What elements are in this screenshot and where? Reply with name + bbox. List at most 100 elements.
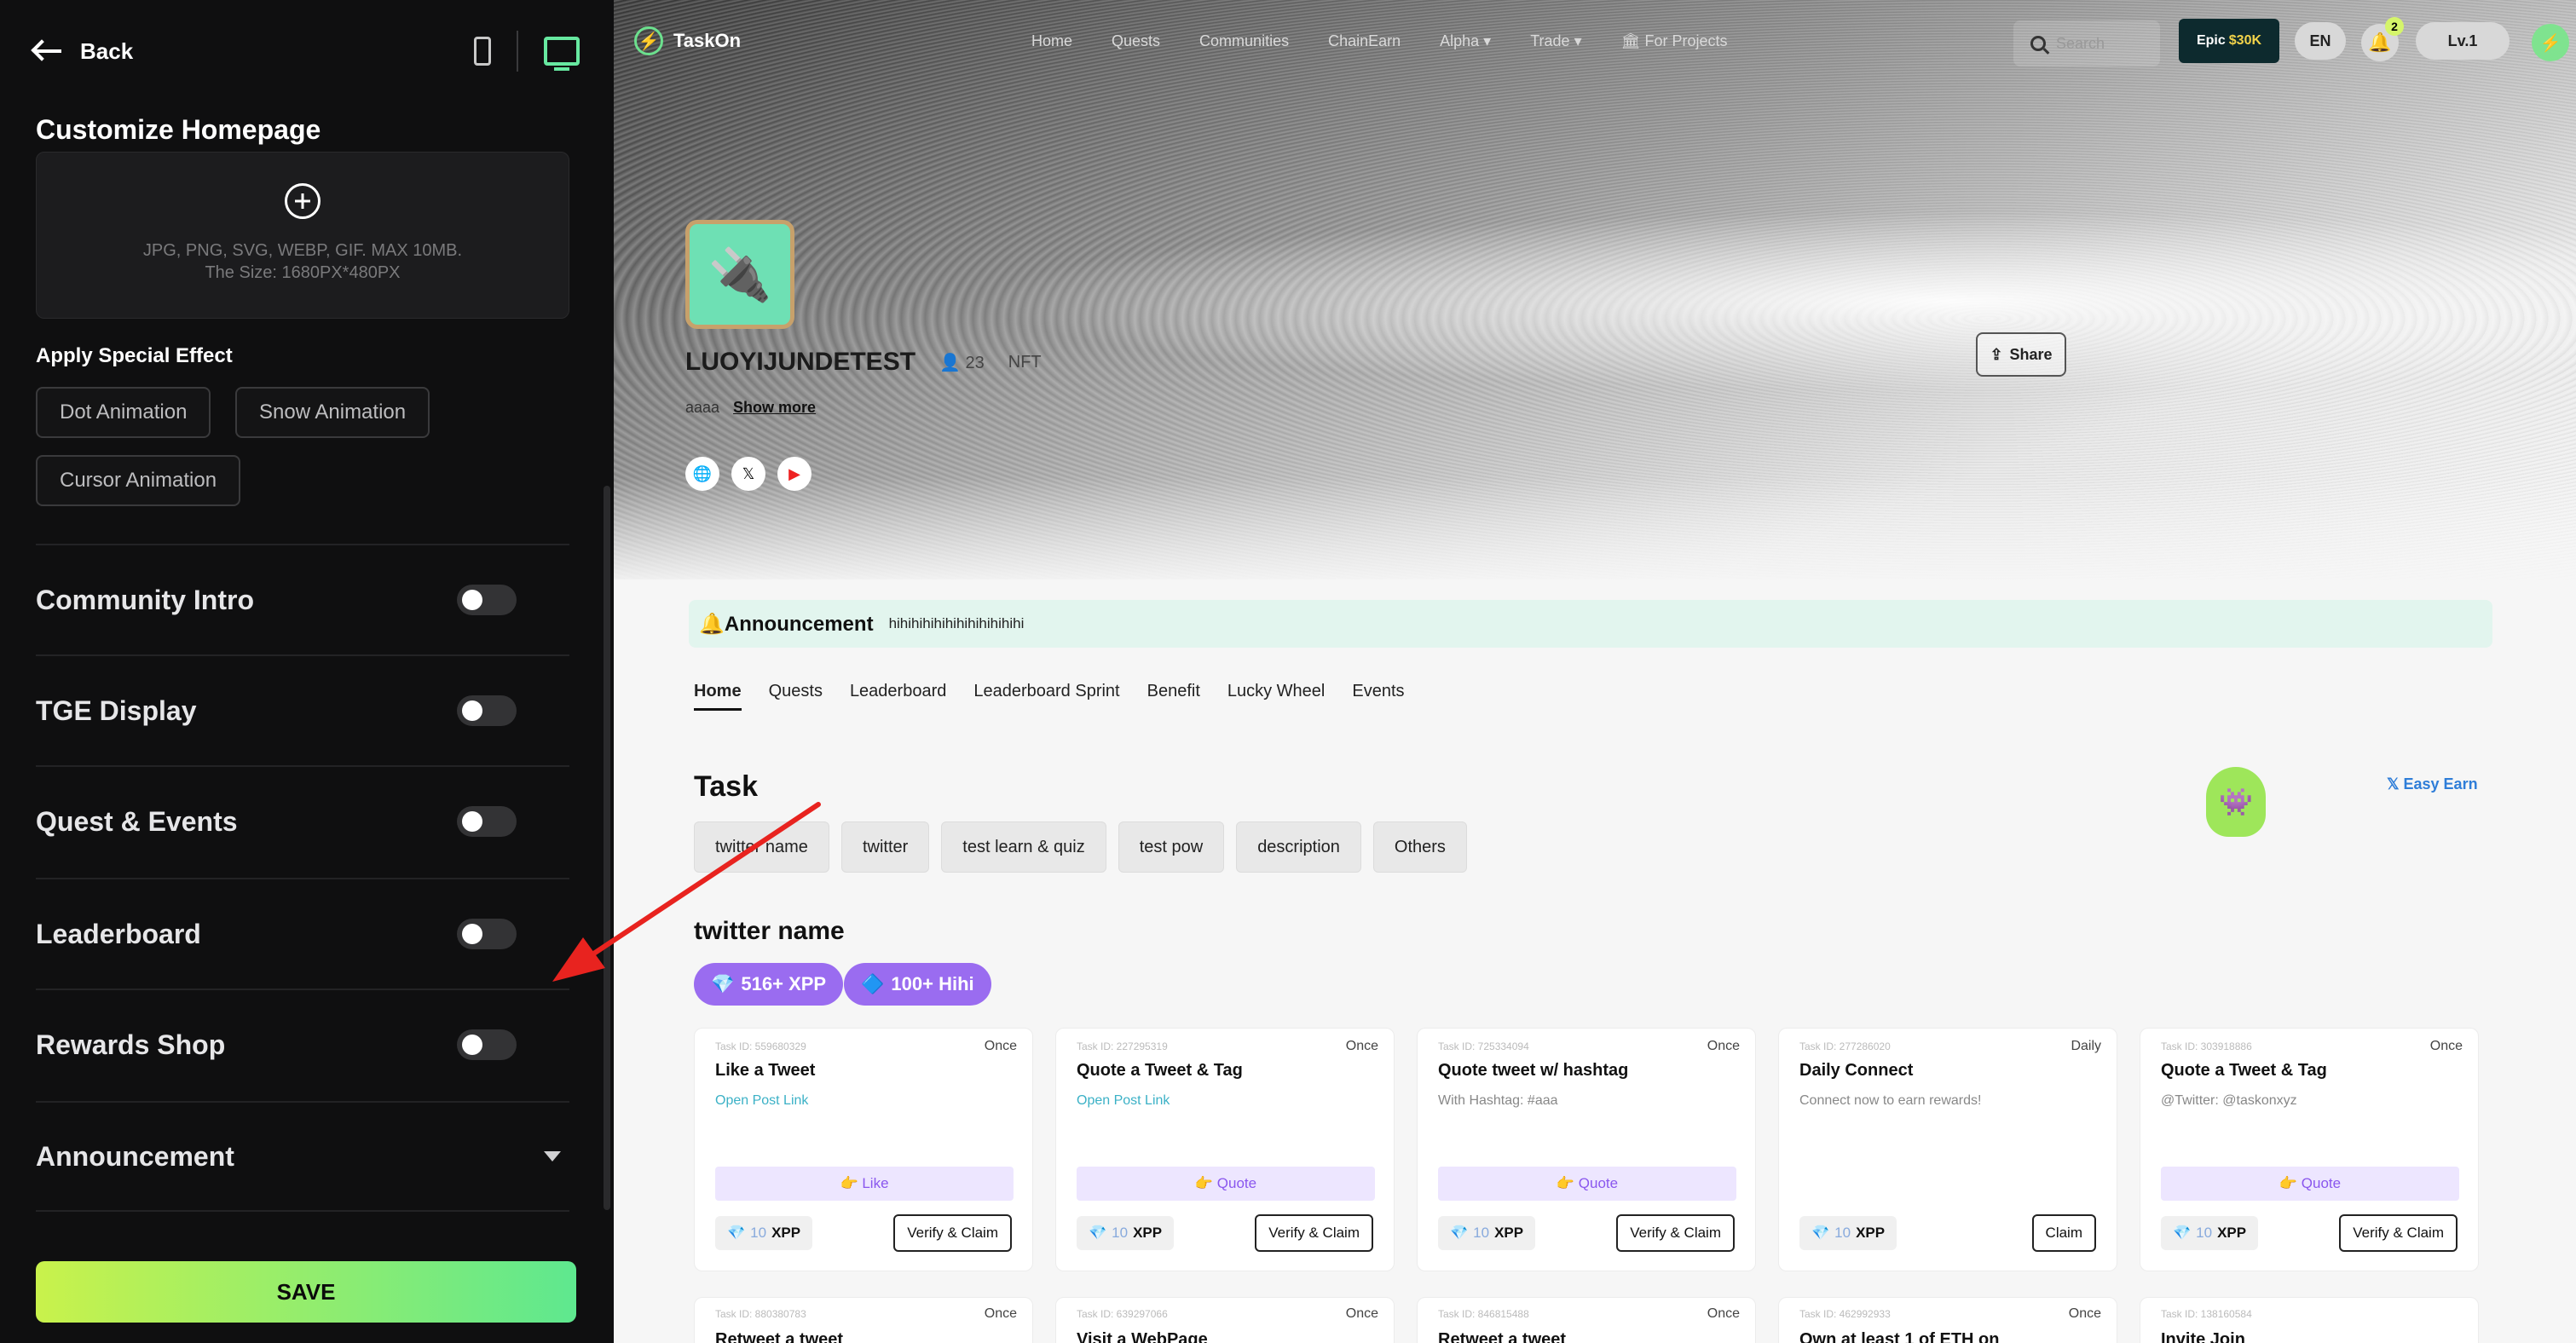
nav-alpha[interactable]: Alpha ▾ <box>1440 32 1491 50</box>
task-frequency: Once <box>1707 1306 1740 1321</box>
effect-snow-animation[interactable]: Snow Animation <box>235 387 430 438</box>
filter-pow[interactable]: test pow <box>1118 821 1225 873</box>
community-intro-toggle[interactable] <box>457 585 517 615</box>
divider <box>517 31 518 72</box>
task-card[interactable]: Task ID: 303918886 Once Quote a Tweet & … <box>2140 1028 2479 1271</box>
task-card[interactable]: Task ID: 138160584 Invite Join <box>2140 1297 2479 1343</box>
language-button[interactable]: EN <box>2295 22 2346 60</box>
verify-claim-button[interactable]: Verify & Claim <box>893 1214 1012 1252</box>
task-card[interactable]: Task ID: 277286020 Daily Daily Connect C… <box>1778 1028 2117 1271</box>
task-hashtag: With Hashtag: #aaa <box>1438 1093 1558 1108</box>
desktop-view-icon[interactable] <box>544 37 580 71</box>
task-card[interactable]: Task ID: 639297066 Once Visit a WebPage <box>1055 1297 1395 1343</box>
section-tge-display: TGE Display <box>36 654 569 765</box>
verify-claim-button[interactable]: Verify & Claim <box>1616 1214 1735 1252</box>
homepage-preview: ⚡ TaskOn Home Quests Communities ChainEa… <box>614 0 2576 1343</box>
task-reward: 💎 10 XPP <box>1077 1216 1175 1250</box>
nav-chainearn[interactable]: ChainEarn <box>1328 32 1401 50</box>
filter-learn-quiz[interactable]: test learn & quiz <box>941 821 1106 873</box>
tab-home[interactable]: Home <box>694 682 742 711</box>
section-announcement[interactable]: Announcement <box>36 1101 569 1212</box>
task-reward: 💎 10 XPP <box>1799 1216 1897 1250</box>
open-post-link[interactable]: Open Post Link <box>715 1093 808 1109</box>
reward-amount: 10 <box>1473 1225 1490 1241</box>
open-post-link[interactable]: Open Post Link <box>1077 1093 1170 1109</box>
filter-description[interactable]: description <box>1236 821 1361 873</box>
search-placeholder: Search <box>2056 34 2105 52</box>
top-nav: ⚡ TaskOn Home Quests Communities ChainEa… <box>614 15 2576 66</box>
rewards-shop-toggle[interactable] <box>457 1029 517 1060</box>
tab-benefit[interactable]: Benefit <box>1147 682 1200 711</box>
quote-action-button[interactable]: 👉 Quote <box>1077 1167 1375 1201</box>
easy-earn-label: Easy Earn <box>2403 775 2478 793</box>
search-input[interactable]: Search <box>2013 20 2160 66</box>
nav-communities[interactable]: Communities <box>1199 32 1289 50</box>
task-card[interactable]: Task ID: 227295319 Once Quote a Tweet & … <box>1055 1028 1395 1271</box>
nav-for-projects[interactable]: 🏛 For Projects <box>1621 32 1728 50</box>
tab-events[interactable]: Events <box>1352 682 1404 711</box>
level-badge[interactable]: Lv.1 <box>2416 22 2510 60</box>
leaderboard-toggle[interactable] <box>457 919 517 949</box>
taskon-logo[interactable]: ⚡ TaskOn <box>634 26 741 55</box>
tab-leaderboard-sprint[interactable]: Leaderboard Sprint <box>973 682 1119 711</box>
verify-claim-button[interactable]: Verify & Claim <box>1255 1214 1373 1252</box>
quest-events-toggle[interactable] <box>457 806 517 837</box>
quote-action-button[interactable]: 👉 Quote <box>1438 1167 1736 1201</box>
task-title: Quote tweet w/ hashtag <box>1438 1061 1629 1080</box>
claim-button[interactable]: Claim <box>2031 1214 2096 1252</box>
filter-twitter[interactable]: twitter <box>840 821 930 873</box>
tab-leaderboard[interactable]: Leaderboard <box>850 682 946 711</box>
filter-others[interactable]: Others <box>1372 821 1467 873</box>
add-circle-icon[interactable] <box>285 183 321 219</box>
social-links: 🌐 𝕏 ▶ <box>685 457 811 491</box>
upload-formats: JPG, PNG, SVG, WEBP, GIF. MAX 10MB. <box>142 241 463 260</box>
task-id: Task ID: 138160584 <box>2161 1308 2252 1320</box>
task-card[interactable]: Task ID: 880380783 Once Retweet a tweet <box>694 1297 1033 1343</box>
epic-reward-button[interactable]: Epic $30K <box>2179 19 2279 63</box>
reward-text: 100+ Hihi <box>891 973 974 994</box>
youtube-icon[interactable]: ▶ <box>777 457 811 491</box>
task-card[interactable]: Task ID: 559680329 Once Like a Tweet Ope… <box>694 1028 1033 1271</box>
tab-lucky-wheel[interactable]: Lucky Wheel <box>1227 682 1326 711</box>
globe-icon[interactable]: 🌐 <box>685 457 719 491</box>
easy-earn-link[interactable]: 𝕏 Easy Earn <box>2387 775 2478 793</box>
mobile-view-icon[interactable] <box>474 37 491 66</box>
share-button[interactable]: ⇪ Share <box>1976 332 2066 377</box>
back-button[interactable]: Back <box>36 38 133 65</box>
effect-cursor-animation[interactable]: Cursor Animation <box>36 455 241 506</box>
task-id: Task ID: 725334094 <box>1438 1040 1529 1052</box>
x-twitter-icon[interactable]: 𝕏 <box>731 457 765 491</box>
share-label: Share <box>2009 345 2053 363</box>
section-rewards-shop: Rewards Shop <box>36 989 569 1099</box>
task-card[interactable]: Task ID: 725334094 Once Quote tweet w/ h… <box>1417 1028 1756 1271</box>
task-card[interactable]: Task ID: 846815488 Once Retweet a tweet <box>1417 1297 1756 1343</box>
task-reward: 💎 10 XPP <box>715 1216 813 1250</box>
verify-claim-button[interactable]: Verify & Claim <box>2339 1214 2458 1252</box>
tab-quests[interactable]: Quests <box>769 682 823 711</box>
nav-quests[interactable]: Quests <box>1112 32 1160 50</box>
banner-fade <box>614 477 2576 588</box>
task-card[interactable]: Task ID: 462992933 Once Own at least 1 o… <box>1778 1297 2117 1343</box>
save-button[interactable]: SAVE <box>36 1261 576 1323</box>
task-title: Quote a Tweet & Tag <box>1077 1061 1243 1080</box>
task-title: Retweet a tweet <box>715 1330 844 1343</box>
chevron-down-icon[interactable] <box>544 1151 561 1161</box>
show-more-link[interactable]: Show more <box>733 399 816 417</box>
banner-upload-area[interactable]: JPG, PNG, SVG, WEBP, GIF. MAX 10MB. The … <box>36 152 569 319</box>
avatar[interactable]: ⚡ <box>2532 24 2569 61</box>
tge-display-toggle[interactable] <box>457 695 517 726</box>
task-handle: @Twitter: @taskonxyz <box>2161 1093 2297 1108</box>
quote-action-button[interactable]: 👉 Quote <box>2161 1167 2459 1201</box>
device-toggle <box>474 31 580 72</box>
task-frequency: Once <box>1345 1306 1378 1321</box>
task-id: Task ID: 846815488 <box>1438 1308 1529 1320</box>
bolt-icon: ⚡ <box>634 26 663 55</box>
nav-trade[interactable]: Trade ▾ <box>1530 32 1581 50</box>
annotation-arrow <box>552 802 821 982</box>
effect-dot-animation[interactable]: Dot Animation <box>36 387 211 438</box>
upload-size: The Size: 1680PX*480PX <box>205 263 401 282</box>
task-title: Daily Connect <box>1799 1061 1914 1080</box>
section-label: Quest & Events <box>36 805 238 837</box>
nav-home[interactable]: Home <box>1031 32 1072 50</box>
like-action-button[interactable]: 👉 Like <box>715 1167 1014 1201</box>
